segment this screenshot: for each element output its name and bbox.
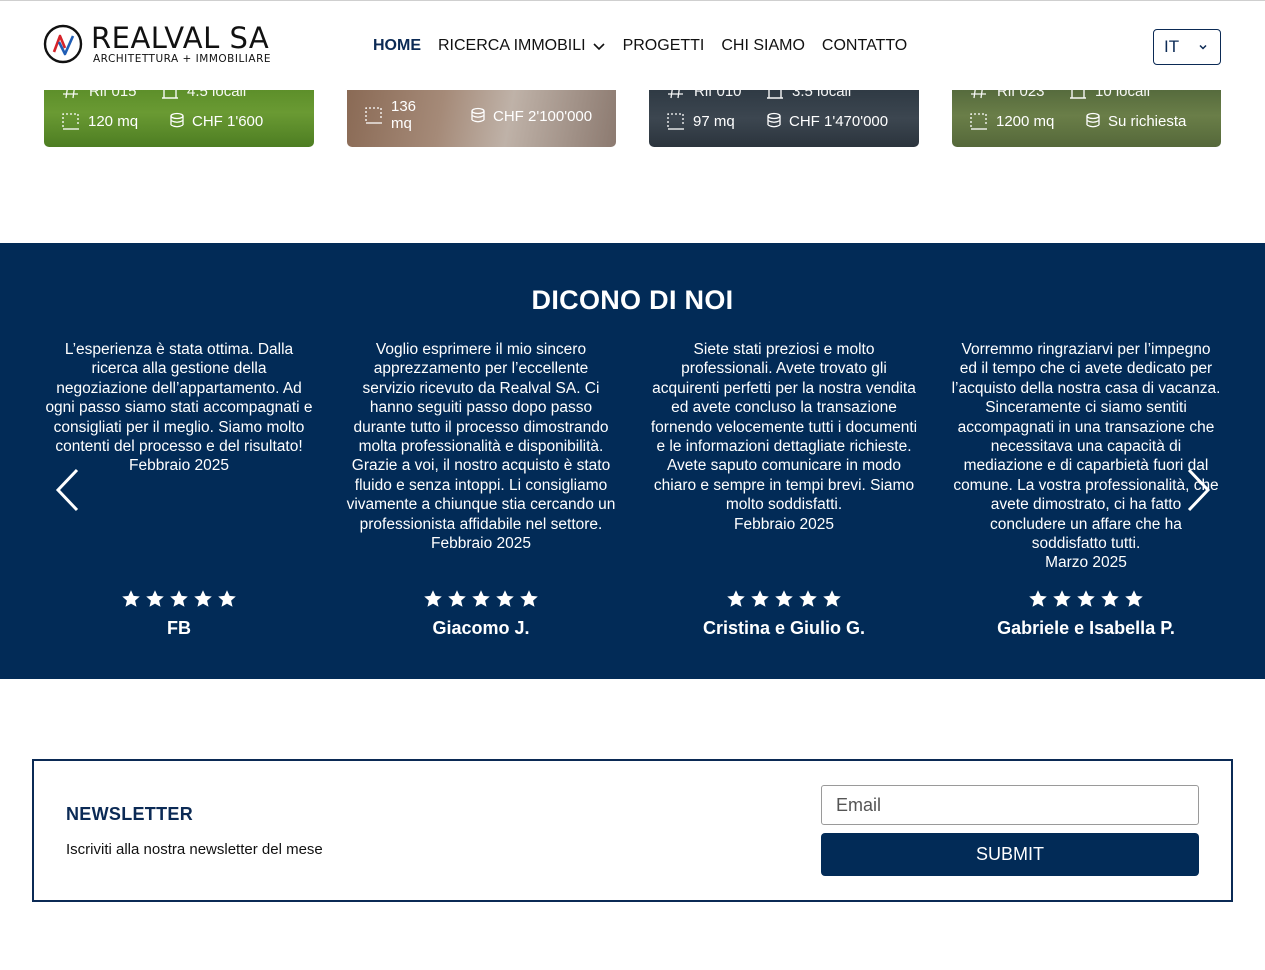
review-author: Cristina e Giulio G.: [702, 618, 866, 638]
review-body: Voglio esprimere il mio sincero apprezza…: [346, 341, 616, 533]
star-icon: [1101, 590, 1119, 607]
property-price: Su richiesta: [1108, 112, 1187, 130]
star-icon: [424, 590, 442, 607]
property-card[interactable]: Rif 010 3.5 locali 97 mq CHF 1'470'000: [649, 90, 919, 147]
review-body: L’esperienza è stata ottima. Dalla ricer…: [45, 341, 313, 456]
submit-button[interactable]: SUBMIT: [821, 833, 1199, 876]
star-icon: [1029, 590, 1047, 607]
review-text: L’esperienza è stata ottima. Dalla ricer…: [44, 340, 314, 476]
logo-name: REALVAL SA: [91, 21, 270, 55]
main-nav: HOME RICERCA IMMOBILI PROGETTI CHI SIAMO…: [373, 37, 924, 55]
rooms-icon: [162, 90, 178, 99]
star-icon: [775, 590, 793, 607]
hashtag-icon: [668, 90, 683, 99]
nav-ricerca-immobili-label: RICERCA IMMOBILI: [438, 37, 586, 54]
newsletter-box: NEWSLETTER Iscriviti alla nostra newslet…: [32, 759, 1233, 902]
logo-tagline: ARCHITETTURA + IMMOBILIARE: [93, 53, 272, 65]
newsletter-title: NEWSLETTER: [66, 804, 193, 824]
chevron-left-icon[interactable]: [53, 467, 83, 513]
property-ref: Rif 023: [997, 90, 1045, 100]
area-icon: [970, 113, 987, 130]
property-ref: Rif 010: [694, 90, 742, 100]
star-icon: [823, 590, 841, 607]
area-icon: [62, 113, 79, 130]
coins-icon: [1086, 112, 1100, 128]
area-icon: [365, 107, 382, 124]
nav-home[interactable]: HOME: [373, 37, 421, 55]
star-icon: [520, 590, 538, 607]
coins-icon: [471, 107, 485, 123]
email-field[interactable]: [821, 785, 1199, 825]
star-icon: [799, 590, 817, 607]
coins-icon: [767, 112, 781, 128]
star-icon: [496, 590, 514, 607]
nav-ricerca-immobili[interactable]: RICERCA IMMOBILI: [438, 37, 606, 55]
property-ref: Rif 015: [89, 90, 137, 100]
review-author: Giacomo J.: [432, 618, 530, 638]
star-icon: [751, 590, 769, 607]
star-icon: [170, 590, 188, 607]
property-area: 136 mq: [391, 98, 417, 132]
testimonials-title: DICONO DI NOI: [531, 285, 734, 315]
review-date: Febbraio 2025: [734, 515, 834, 533]
area-icon: [667, 113, 684, 130]
property-rooms: 10 locali: [1095, 90, 1151, 100]
property-cards: Rif 015 4.5 locali 120 mq CHF 1'600 136 …: [0, 90, 1265, 147]
star-rating: [44, 589, 314, 609]
star-icon: [194, 590, 212, 607]
logo-mark-icon: [43, 24, 83, 64]
property-rooms: 4.5 locali: [187, 90, 247, 100]
property-card[interactable]: Rif 015 4.5 locali 120 mq CHF 1'600: [44, 90, 314, 147]
site-header: REALVAL SA ARCHITETTURA + IMMOBILIARE HO…: [0, 0, 1265, 90]
language-value: IT: [1164, 37, 1180, 56]
review-author: Gabriele e Isabella P.: [997, 618, 1175, 638]
property-price: CHF 1'600: [192, 112, 264, 130]
property-card[interactable]: 136 mq CHF 2'100'000: [347, 90, 616, 147]
review-text: Vorremmo ringraziarvi per l’impegno ed i…: [951, 340, 1221, 573]
review-body: Vorremmo ringraziarvi per l’impegno ed i…: [951, 341, 1221, 553]
star-rating: [951, 589, 1221, 609]
star-rating: [649, 589, 919, 609]
review-date: Febbraio 2025: [431, 535, 531, 553]
logo[interactable]: REALVAL SA ARCHITETTURA + IMMOBILIARE: [43, 23, 271, 65]
chevron-down-icon: [593, 43, 605, 51]
rooms-icon: [1070, 90, 1086, 99]
star-icon: [1077, 590, 1095, 607]
star-icon: [1053, 590, 1071, 607]
review-body: Siete stati preziosi e molto professiona…: [650, 341, 918, 514]
review-author: FB: [167, 618, 191, 638]
property-area: 1200 mq: [996, 112, 1055, 130]
property-area: 97 mq: [693, 112, 735, 130]
star-icon: [448, 590, 466, 607]
star-icon: [472, 590, 490, 607]
chevron-down-icon: [1199, 44, 1207, 50]
property-rooms: 3.5 locali: [792, 90, 852, 100]
hashtag-icon: [63, 90, 78, 99]
property-area: 120 mq: [88, 112, 139, 130]
chevron-right-icon[interactable]: [1183, 467, 1213, 513]
language-select[interactable]: IT: [1153, 29, 1221, 65]
review-date: Febbraio 2025: [129, 457, 229, 475]
star-icon: [146, 590, 164, 607]
star-icon: [1125, 590, 1143, 607]
nav-contatto[interactable]: CONTATTO: [822, 37, 907, 55]
property-price: CHF 2'100'000: [493, 107, 593, 125]
hashtag-icon: [971, 90, 986, 99]
review-text: Voglio esprimere il mio sincero apprezza…: [346, 340, 616, 553]
star-icon: [122, 590, 140, 607]
nav-chi-siamo[interactable]: CHI SIAMO: [721, 37, 805, 55]
newsletter-subtitle: Iscriviti alla nostra newsletter del mes…: [66, 841, 323, 858]
star-rating: [346, 589, 616, 609]
review-date: Marzo 2025: [1045, 554, 1127, 572]
star-icon: [218, 590, 236, 607]
star-icon: [727, 590, 745, 607]
coins-icon: [170, 112, 184, 128]
review-text: Siete stati preziosi e molto professiona…: [649, 340, 919, 534]
testimonials-section: DICONO DI NOI L’esperienza è stata ottim…: [0, 243, 1265, 679]
rooms-icon: [767, 90, 783, 99]
nav-progetti[interactable]: PROGETTI: [623, 37, 705, 55]
property-card[interactable]: Rif 023 10 locali 1200 mq Su richiesta: [952, 90, 1221, 147]
property-price: CHF 1'470'000: [789, 112, 889, 130]
